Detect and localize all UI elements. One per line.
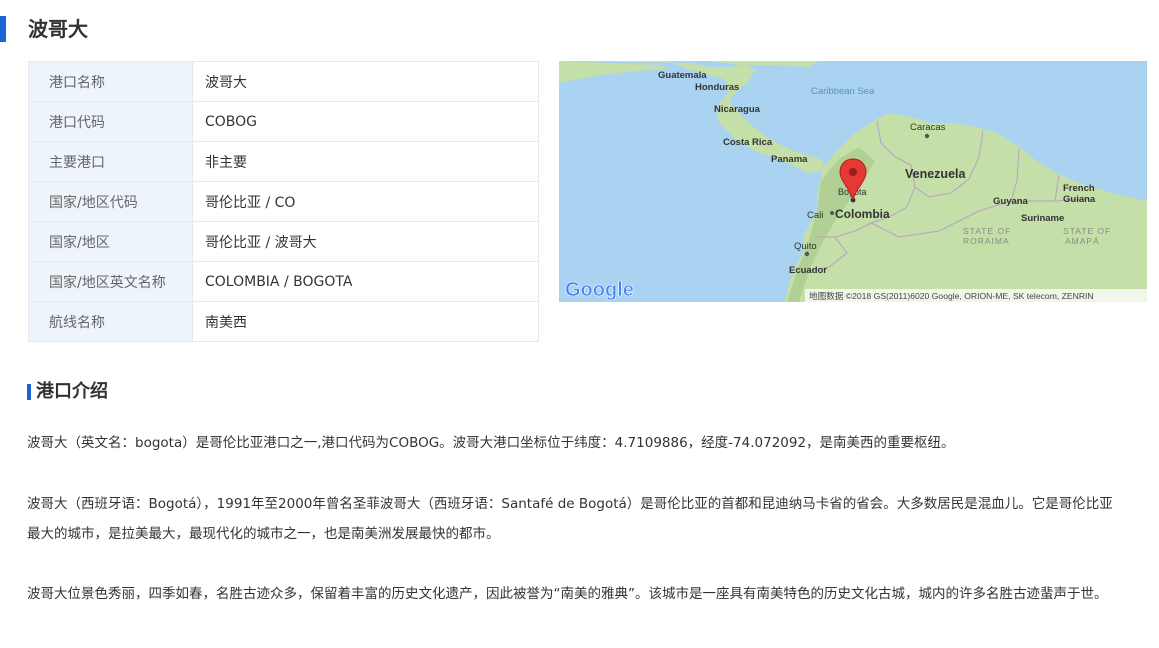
map-canvas[interactable]: Guatemala Honduras Caribbean Sea Nicarag… — [559, 61, 1147, 302]
row-value: 南美西 — [192, 301, 539, 342]
map-label-amapa-1: STATE OF — [1063, 226, 1111, 236]
row-key: 国家/地区英文名称 — [28, 261, 193, 302]
row-value: 哥伦比亚 / CO — [192, 181, 539, 222]
row-value: COLOMBIA / BOGOTA — [192, 261, 539, 302]
intro-paragraph: 波哥大（西班牙语：Bogotá），1991年至2000年曾名圣菲波哥大（西班牙语… — [27, 496, 1113, 542]
table-row: 国家/地区 哥伦比亚 / 波哥大 — [28, 221, 539, 262]
location-map[interactable]: Guatemala Honduras Caribbean Sea Nicarag… — [559, 61, 1147, 302]
intro-paragraph: 波哥大（英文名：bogota）是哥伦比亚港口之一,港口代码为COBOG。波哥大港… — [27, 435, 955, 451]
section-title: 港口介绍 — [36, 381, 108, 402]
map-label-ecuador: Ecuador — [789, 265, 827, 276]
table-row: 港口名称 波哥大 — [28, 61, 539, 102]
row-key: 港口代码 — [28, 101, 193, 142]
table-row: 港口代码 COBOG — [28, 101, 539, 142]
map-label-caracas: Caracas — [910, 122, 946, 133]
row-key: 港口名称 — [28, 61, 193, 102]
map-label-nicaragua: Nicaragua — [714, 104, 761, 115]
row-key: 主要港口 — [28, 141, 193, 182]
map-label-french-1: French — [1063, 183, 1095, 194]
section-accent-bar — [27, 384, 31, 400]
map-label-suriname: Suriname — [1021, 213, 1064, 224]
row-value: 非主要 — [192, 141, 539, 182]
table-row: 主要港口 非主要 — [28, 141, 539, 182]
row-value: COBOG — [192, 101, 539, 142]
map-label-caribbean: Caribbean Sea — [811, 86, 875, 97]
map-label-cali: Cali — [807, 210, 823, 221]
map-label-quito: Quito — [794, 241, 817, 252]
map-city-dot-caracas — [924, 133, 930, 139]
intro-paragraph: 波哥大位景色秀丽，四季如春，名胜古迹众多，保留着丰富的历史文化遗产，因此被誉为“… — [27, 586, 1108, 602]
port-info-table: 港口名称 波哥大 港口代码 COBOG 主要港口 非主要 国家/地区代码 哥伦比… — [28, 61, 539, 342]
map-label-costa-rica: Costa Rica — [723, 137, 773, 148]
page-header: 波哥大 — [0, 14, 600, 44]
map-city-dot-cali — [830, 211, 834, 215]
row-value: 哥伦比亚 / 波哥大 — [192, 221, 539, 262]
section-header: 港口介绍 — [27, 378, 427, 406]
page-title: 波哥大 — [28, 17, 88, 41]
table-row: 国家/地区英文名称 COLOMBIA / BOGOTA — [28, 261, 539, 302]
map-label-amapa-2: AMAPÁ — [1065, 236, 1100, 246]
google-logo[interactable]: Google — [565, 279, 634, 302]
map-label-panama: Panama — [771, 154, 808, 165]
map-label-guatemala: Guatemala — [658, 70, 707, 81]
row-value: 波哥大 — [192, 61, 539, 102]
table-row: 航线名称 南美西 — [28, 301, 539, 342]
map-label-french-2: Guiana — [1063, 194, 1096, 205]
map-label-honduras: Honduras — [695, 82, 739, 93]
map-label-roraima-1: STATE OF — [963, 226, 1011, 236]
map-label-colombia: Colombia — [835, 207, 890, 221]
title-accent-bar — [0, 16, 6, 42]
map-label-venezuela: Venezuela — [905, 167, 966, 181]
map-city-dot-quito — [804, 251, 810, 257]
map-attribution[interactable]: 地图数据 ©2018 GS(2011)6020 Google, ORION-ME… — [809, 290, 1094, 301]
table-row: 国家/地区代码 哥伦比亚 / CO — [28, 181, 539, 222]
map-label-roraima-2: RORAIMA — [963, 236, 1010, 246]
row-key: 国家/地区代码 — [28, 181, 193, 222]
map-label-guyana: Guyana — [993, 196, 1029, 207]
row-key: 航线名称 — [28, 301, 193, 342]
row-key: 国家/地区 — [28, 221, 193, 262]
